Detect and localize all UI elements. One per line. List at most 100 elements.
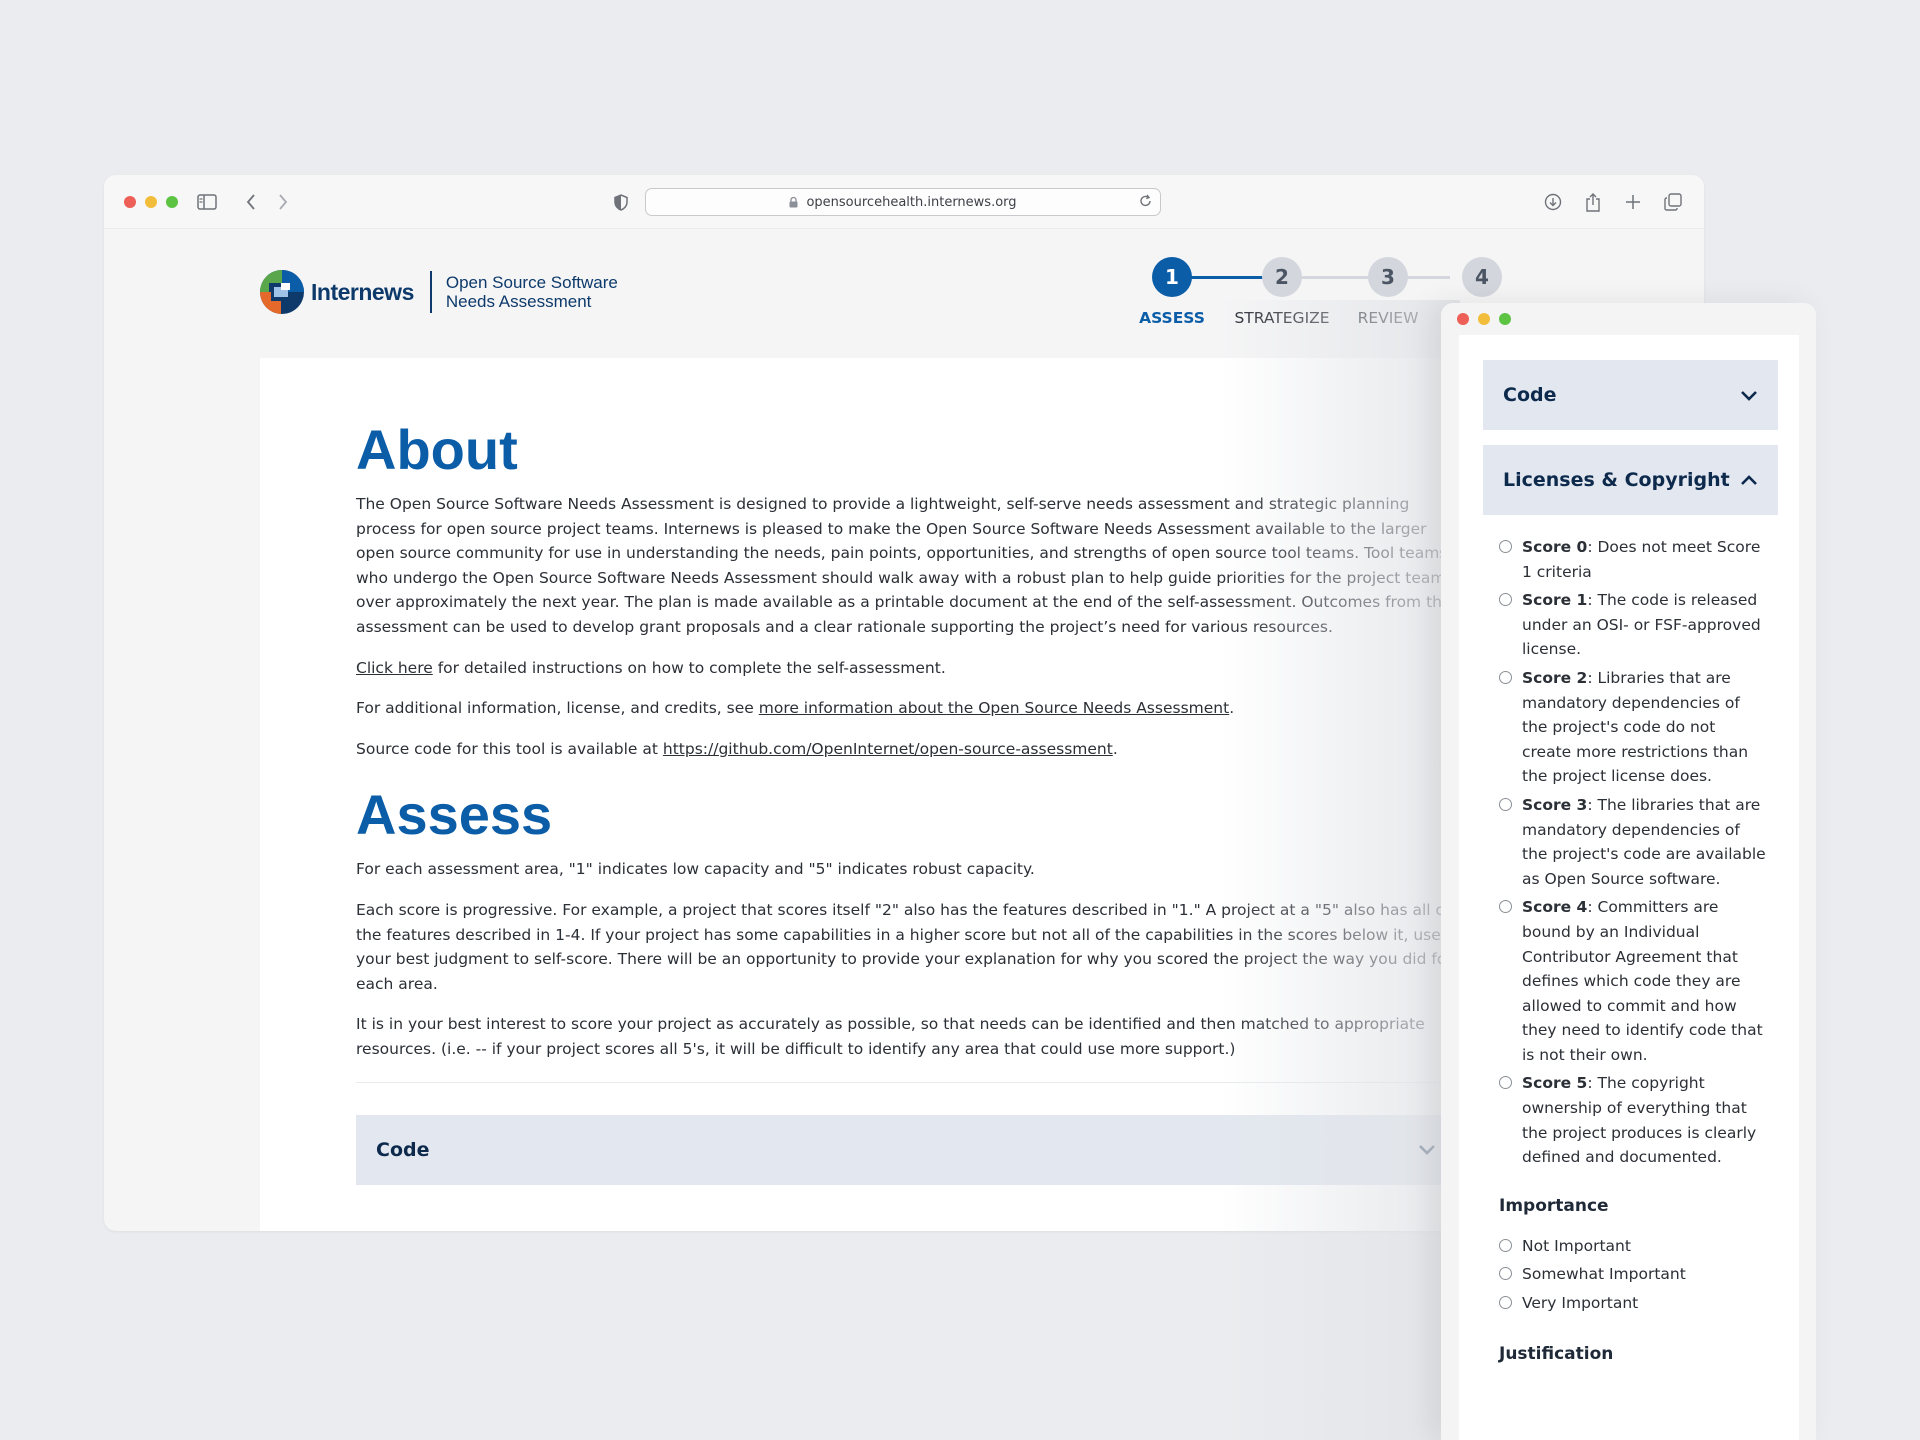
importance-label: Very Important	[1522, 1294, 1639, 1313]
chevron-up-icon	[1740, 474, 1758, 486]
radio-button[interactable]	[1499, 670, 1512, 684]
section-divider	[356, 1081, 1456, 1083]
score-label: Score 2	[1522, 668, 1588, 687]
score-label: Score 0	[1522, 538, 1588, 556]
content-inner: About The Open Source Software Needs Ass…	[356, 418, 1456, 1185]
panel-close-button[interactable]	[1457, 313, 1469, 325]
more-info-suffix: .	[1229, 699, 1235, 718]
lock-icon	[789, 196, 798, 208]
github-link[interactable]: https://github.com/OpenInternet/open-sou…	[663, 740, 1113, 758]
score-1-option[interactable]: Score 1: The code is released under an O…	[1499, 588, 1769, 662]
privacy-shield-icon[interactable]	[610, 191, 632, 213]
download-icon[interactable]	[1542, 191, 1564, 213]
about-heading: About	[356, 418, 518, 481]
radio-button[interactable]	[1499, 797, 1512, 811]
importance-option-somewhat[interactable]: Somewhat Important	[1499, 1262, 1769, 1287]
source-code-text: Source code for this tool is available a…	[356, 737, 1456, 762]
sidebar-toggle-icon[interactable]	[196, 191, 218, 213]
score-label: Score 5	[1522, 1074, 1588, 1093]
site-subtitle-line2: Needs Assessment	[445, 292, 592, 311]
score-label: Score 3	[1522, 795, 1588, 814]
reload-icon[interactable]	[1139, 194, 1152, 208]
score-description: : Committers are bound by an Individual …	[1522, 898, 1763, 1064]
about-paragraph: The Open Source Software Needs Assessmen…	[356, 495, 1452, 636]
minimize-window-button[interactable]	[145, 196, 157, 208]
desktop-stage: opensourcehealth.internews.org Internews…	[0, 0, 1920, 1440]
chevron-down-icon	[1418, 1144, 1436, 1155]
code-accordion[interactable]: Code	[356, 1114, 1456, 1185]
maximize-window-button[interactable]	[166, 196, 178, 208]
step-connector-1	[1190, 276, 1270, 279]
instructions-rest: for detailed instructions on how to comp…	[432, 658, 946, 677]
tab-overview-icon[interactable]	[1662, 191, 1684, 213]
panel-window-controls	[1457, 313, 1511, 325]
source-prefix: Source code for this tool is available a…	[356, 739, 663, 758]
score-4-option[interactable]: Score 4: Committers are bound by an Indi…	[1499, 895, 1769, 1067]
score-3-option[interactable]: Score 3: The libraries that are mandator…	[1499, 793, 1769, 891]
score-2-option[interactable]: Score 2: Libraries that are mandatory de…	[1499, 666, 1769, 789]
address-bar[interactable]: opensourcehealth.internews.org	[645, 188, 1161, 216]
site-logo[interactable]: Internews Open Source Software Needs Ass…	[259, 269, 618, 315]
step-connector-2	[1290, 276, 1370, 279]
assess-progressive: Each score is progressive. For example, …	[356, 900, 1453, 993]
step-2-circle[interactable]: 2	[1262, 257, 1302, 297]
site-subtitle: Open Source Software Needs Assessment	[446, 273, 618, 311]
close-window-button[interactable]	[124, 196, 136, 208]
radio-button[interactable]	[1499, 540, 1512, 553]
more-info-prefix: For additional information, license, and…	[356, 699, 759, 718]
importance-heading: Importance	[1499, 1195, 1609, 1216]
site-subtitle-line1: Open Source Software	[445, 273, 618, 292]
more-info-text: For additional information, license, and…	[356, 696, 1456, 721]
step-2-label[interactable]: STRATEGIZE	[1234, 309, 1329, 327]
panel-maximize-button[interactable]	[1499, 313, 1511, 325]
internews-logo-icon	[260, 270, 304, 314]
licenses-accordion[interactable]: Licenses & Copyright	[1483, 445, 1778, 515]
step-3-label[interactable]: REVIEW	[1358, 309, 1419, 327]
instructions-text: Click here for detailed instructions on …	[356, 656, 1456, 681]
licenses-label: Licenses & Copyright	[1503, 469, 1730, 491]
more-info-link[interactable]: more information about the Open Source N…	[759, 699, 1229, 717]
importance-label: Not Important	[1522, 1236, 1631, 1255]
browser-toolbar: opensourcehealth.internews.org	[104, 175, 1704, 229]
code-accordion-label: Code	[376, 1138, 430, 1161]
step-4-circle[interactable]: 4	[1462, 257, 1502, 297]
radio-button[interactable]	[1499, 900, 1512, 914]
radio-button[interactable]	[1499, 1238, 1512, 1252]
score-label: Score 4	[1522, 898, 1588, 917]
window-controls	[124, 196, 178, 208]
main-content: About The Open Source Software Needs Ass…	[260, 358, 1560, 1231]
forward-icon[interactable]	[272, 191, 294, 213]
back-icon[interactable]	[240, 191, 262, 213]
click-here-link[interactable]: Click here	[356, 659, 433, 677]
panel-code-accordion[interactable]: Code	[1483, 360, 1778, 430]
score-options: Score 0: Does not meet Score 1 criteria …	[1499, 535, 1769, 1364]
assess-accuracy: It is in your best interest to score you…	[356, 1015, 1425, 1058]
chevron-down-icon	[1740, 390, 1758, 401]
panel-content: Code Licenses & Copyright Score 0: Does …	[1459, 335, 1799, 1440]
radio-button[interactable]	[1499, 593, 1512, 607]
logo-divider	[429, 271, 432, 313]
logo-name: Internews	[311, 278, 414, 305]
importance-label: Somewhat Important	[1522, 1265, 1686, 1284]
justification-heading: Justification	[1499, 1343, 1614, 1364]
url-text: opensourcehealth.internews.org	[806, 194, 1017, 210]
importance-option-very[interactable]: Very Important	[1499, 1291, 1769, 1316]
score-5-option[interactable]: Score 5: The copyright ownership of ever…	[1499, 1071, 1769, 1169]
assess-heading: Assess	[356, 783, 553, 847]
assess-intro: For each assessment area, "1" indicates …	[356, 860, 1035, 879]
panel-minimize-button[interactable]	[1478, 313, 1490, 325]
share-icon[interactable]	[1582, 191, 1604, 213]
importance-option-not[interactable]: Not Important	[1499, 1234, 1769, 1259]
radio-button[interactable]	[1499, 1076, 1512, 1090]
score-label: Score 1	[1522, 591, 1588, 610]
score-0-option[interactable]: Score 0: Does not meet Score 1 criteria	[1499, 535, 1769, 584]
radio-button[interactable]	[1499, 1267, 1512, 1281]
side-panel-window: Code Licenses & Copyright Score 0: Does …	[1441, 303, 1816, 1440]
new-tab-icon[interactable]	[1622, 191, 1644, 213]
panel-code-label: Code	[1503, 384, 1557, 406]
source-suffix: .	[1112, 739, 1118, 758]
step-1-label[interactable]: ASSESS	[1139, 309, 1205, 327]
step-1-circle[interactable]: 1	[1152, 257, 1192, 297]
step-3-circle[interactable]: 3	[1368, 257, 1408, 297]
radio-button[interactable]	[1499, 1296, 1512, 1310]
